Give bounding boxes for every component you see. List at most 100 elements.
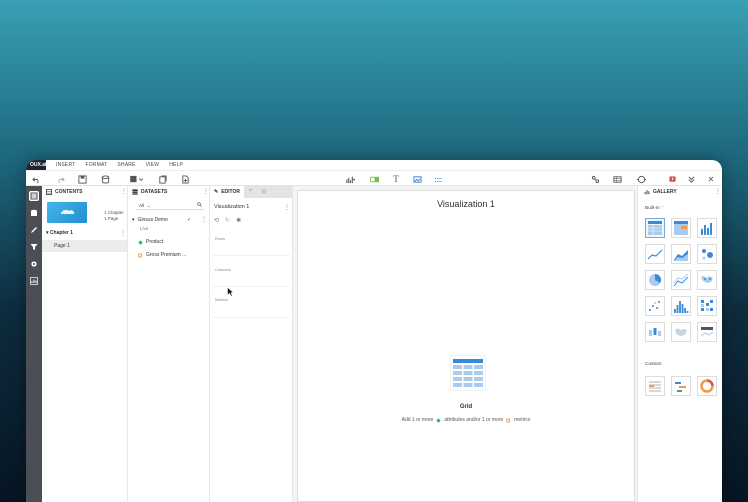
dual-axis-tile[interactable] xyxy=(671,270,691,290)
rows-zone-label: Rows xyxy=(215,236,226,241)
kpi-tile[interactable] xyxy=(697,322,717,342)
menu-insert[interactable]: INSERT xyxy=(56,162,75,168)
contents-panel: CONTENTS ⋮ 1 Chapter 1 Page ▾ Chapter 1 … xyxy=(42,186,128,502)
heatmap-tile[interactable] xyxy=(697,296,717,316)
bubble-chart-tile[interactable] xyxy=(697,244,717,264)
visualization-canvas[interactable]: Visualization 1 Grid Add 1 or more attri… xyxy=(297,190,635,502)
shape-icon[interactable] xyxy=(433,174,443,184)
page-label: Page 1 xyxy=(54,243,70,249)
tab-filter[interactable]: ⊤ xyxy=(244,186,258,198)
menu-format[interactable]: FORMAT xyxy=(85,162,107,168)
target-icon[interactable] xyxy=(636,174,646,184)
menu-help[interactable]: HELP xyxy=(169,162,183,168)
custom-table-tile[interactable] xyxy=(645,376,665,396)
custom-donut-tile[interactable] xyxy=(697,376,717,396)
filter-rail-icon[interactable] xyxy=(29,242,39,252)
search-icon[interactable] xyxy=(197,202,202,208)
grid-placeholder-icon xyxy=(450,355,486,391)
chapter-more-icon[interactable]: ⋮ xyxy=(120,230,126,237)
dataset-icon[interactable] xyxy=(128,174,144,184)
dataset-more-icon[interactable]: ⋮ xyxy=(201,216,207,223)
text-icon[interactable]: T xyxy=(391,174,401,184)
swap-icon[interactable]: ⟲ xyxy=(214,217,219,224)
dataset-status: Live xyxy=(140,226,149,231)
datasets-panel: DATASETS ⋮ All ⌄ ▾ Ginsus Demo ✓ ⋮ Live … xyxy=(128,186,210,502)
tab-spacer xyxy=(270,186,292,198)
tab-editor[interactable]: ✎ EDITOR xyxy=(210,186,244,198)
page-row[interactable]: Page 1 xyxy=(42,240,127,252)
graph-icon[interactable] xyxy=(590,174,600,184)
image-icon[interactable] xyxy=(412,174,422,184)
menu-view[interactable]: VIEW xyxy=(146,162,160,168)
menu-bar: OUX.ai INSERT FORMAT SHARE VIEW HELP xyxy=(26,160,722,170)
bar-chart-icon xyxy=(644,190,650,195)
close-icon[interactable]: ✕ xyxy=(706,174,716,184)
contents-rail-icon[interactable] xyxy=(29,191,39,201)
datasets-rail-icon[interactable] xyxy=(29,208,39,218)
rows-drop-zone[interactable] xyxy=(213,230,290,256)
thumbnail-meta: 1 Chapter 1 Page xyxy=(104,210,124,222)
left-rail xyxy=(26,186,42,502)
hint-metrics: metrics xyxy=(514,417,531,423)
thumb-page-count: 1 Page xyxy=(104,216,119,221)
visualization-name[interactable]: Visualization 1 xyxy=(214,204,249,210)
metrics-zone-label: Metrics xyxy=(215,297,228,302)
chapter-row[interactable]: ▾ Chapter 1 xyxy=(46,230,73,236)
filter-toggle-icon[interactable] xyxy=(368,174,380,184)
data-icon[interactable] xyxy=(100,174,110,184)
visualization-title[interactable]: Visualization 1 xyxy=(298,199,634,209)
grid-icon[interactable] xyxy=(612,174,622,184)
boxplot-tile[interactable] xyxy=(645,322,665,342)
contents-title: CONTENTS xyxy=(55,189,83,195)
dataset-item-gross-premium[interactable]: Gross Premium ... xyxy=(138,252,186,258)
grid-label: Grid xyxy=(459,404,473,410)
chart-rail-icon[interactable] xyxy=(29,276,39,286)
editor-panel: ✎ EDITOR ⊤ ⊡ Visualization 1 ⋮ ⟲ ↻ ✱ Row… xyxy=(210,186,293,502)
line-chart-tile[interactable] xyxy=(645,244,665,264)
chapter-caret-icon: ▾ xyxy=(46,230,49,236)
histogram-tile[interactable] xyxy=(671,296,691,316)
dataset-item-label: Gross Premium ... xyxy=(146,252,187,258)
dataset-caret-icon: ▾ xyxy=(132,217,135,223)
page-thumbnail[interactable] xyxy=(47,202,87,223)
redo-icon[interactable] xyxy=(55,174,65,184)
hint-prefix: Add 1 or more xyxy=(401,417,434,423)
contents-more-icon[interactable]: ⋮ xyxy=(121,188,127,195)
tab-format[interactable]: ⊡ xyxy=(257,186,271,198)
columns-drop-zone[interactable] xyxy=(213,261,290,287)
grid-chart-tile[interactable] xyxy=(645,218,665,238)
collapse-icon[interactable] xyxy=(686,174,696,184)
filter-icon[interactable] xyxy=(157,174,167,184)
add-page-icon[interactable] xyxy=(180,174,190,184)
settings-icon[interactable]: ✱ xyxy=(236,217,241,224)
hint-attributes: attributes and/or 1 or more xyxy=(444,417,504,423)
dataset-row[interactable]: ▾ Ginsus Demo xyxy=(132,217,168,223)
datasets-header: DATASETS xyxy=(128,186,209,198)
gallery-more-icon[interactable]: ⋮ xyxy=(715,188,721,195)
compound-grid-tile[interactable] xyxy=(671,218,691,238)
edit-rail-icon[interactable] xyxy=(29,225,39,235)
undo-icon[interactable] xyxy=(31,174,41,184)
map-tile[interactable] xyxy=(697,270,717,290)
pie-chart-tile[interactable] xyxy=(645,270,665,290)
canvas-hint: Add 1 or more attributes and/or 1 or mor… xyxy=(298,417,634,423)
format-icon: ⊡ xyxy=(261,189,267,195)
warning-icon[interactable] xyxy=(667,174,677,184)
dataset-filter[interactable]: All ⌄ xyxy=(136,201,204,210)
area-chart-tile[interactable] xyxy=(671,244,691,264)
scatter-chart-tile[interactable] xyxy=(645,296,665,316)
settings-rail-icon[interactable] xyxy=(29,259,39,269)
chart-add-icon[interactable] xyxy=(345,174,355,184)
datasets-more-icon[interactable]: ⋮ xyxy=(203,188,209,195)
metrics-drop-zone[interactable] xyxy=(213,292,290,318)
custom-gantt-tile[interactable] xyxy=(671,376,691,396)
editor-more-icon[interactable]: ⋮ xyxy=(284,204,290,211)
dataset-item-product[interactable]: Product xyxy=(138,239,163,245)
app-window: OUX.ai INSERT FORMAT SHARE VIEW HELP T ✕… xyxy=(26,160,722,502)
vertical-bar-tile[interactable] xyxy=(697,218,717,238)
menu-share[interactable]: SHARE xyxy=(117,162,135,168)
datasets-title: DATASETS xyxy=(141,189,168,195)
refresh-icon[interactable]: ↻ xyxy=(225,217,230,224)
save-icon[interactable] xyxy=(77,174,87,184)
world-map-tile[interactable] xyxy=(671,322,691,342)
